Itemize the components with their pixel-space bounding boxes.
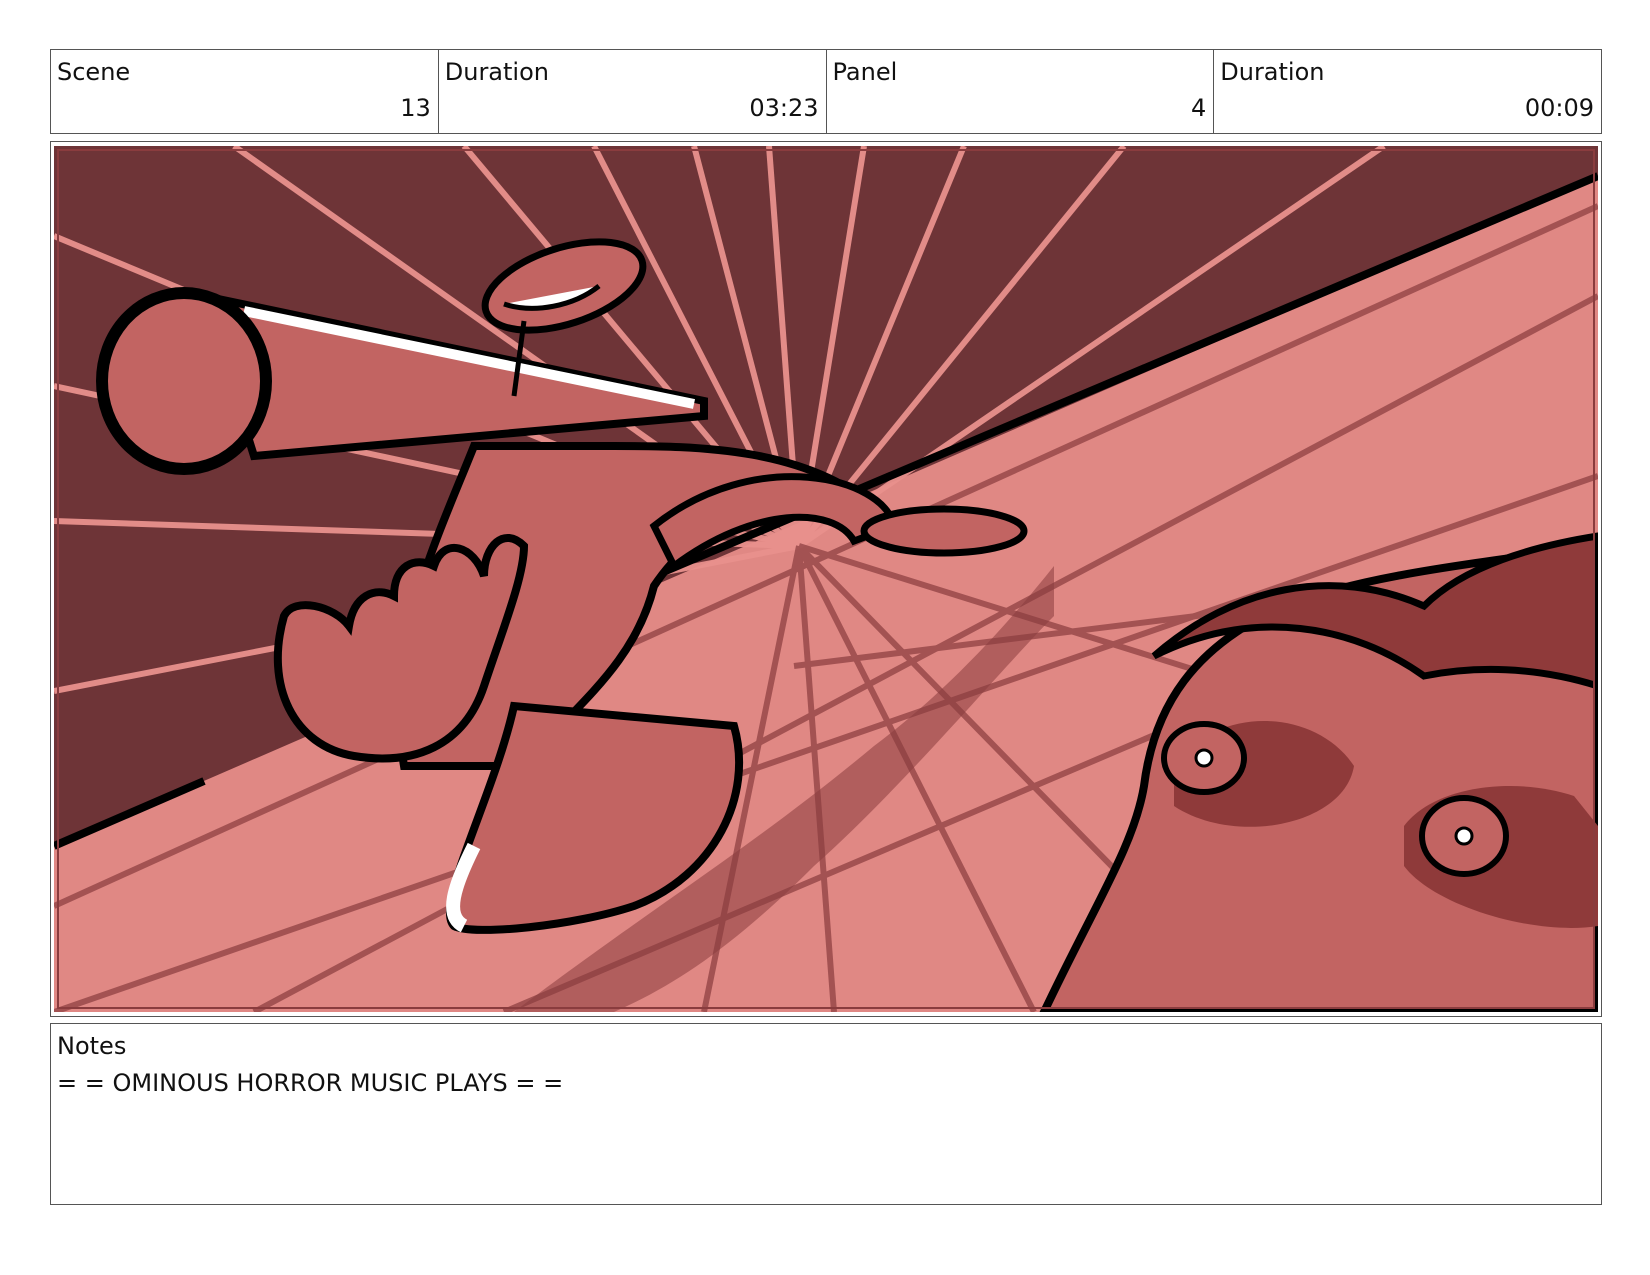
panel-number: 4 [1190,94,1207,122]
megaphone-bell [96,287,272,475]
panel-duration-cell: Duration 00:09 [1214,50,1601,133]
storyboard-drawing [54,146,1598,1012]
storyboard-header: Scene 13 Duration 03:23 Panel 4 Duration… [50,49,1602,134]
scene-cell: Scene 13 [51,50,439,133]
notes-label: Notes [57,1032,127,1060]
notes-text: = = OMINOUS HORROR MUSIC PLAYS = = [57,1069,564,1097]
notes-box: Notes = = OMINOUS HORROR MUSIC PLAYS = = [50,1023,1602,1205]
scene-duration-label: Duration [444,58,549,86]
storyboard-panel [50,141,1602,1017]
scene-duration-value: 03:23 [749,94,819,122]
scene-duration-cell: Duration 03:23 [439,50,827,133]
panel-cell: Panel 4 [827,50,1215,133]
scene-number: 13 [400,94,431,122]
character-foot [860,505,1028,557]
scene-label: Scene [57,58,131,86]
creature-pupil-right [1454,826,1474,846]
panel-duration-label: Duration [1220,58,1325,86]
panel-duration-value: 00:09 [1524,94,1594,122]
creature-pupil-left [1194,748,1214,768]
panel-label: Panel [832,58,898,86]
